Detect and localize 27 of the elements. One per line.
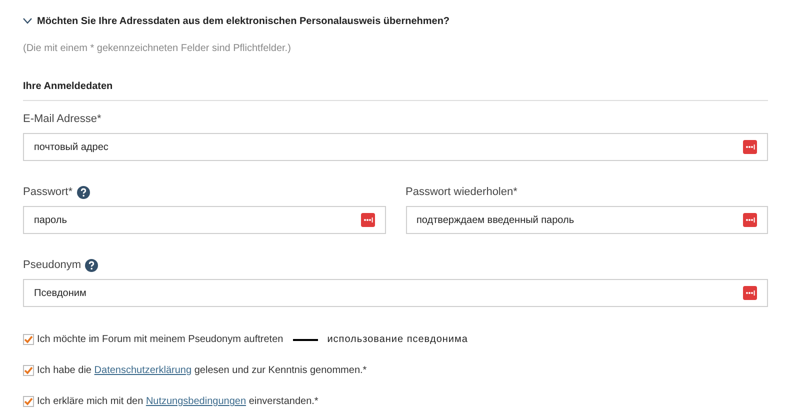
field-label: Passwort* (23, 184, 73, 200)
leader-line (293, 338, 318, 340)
field-label: Pseudonym (23, 258, 82, 273)
password-manager-icon[interactable] (743, 286, 757, 300)
password-manager-icon[interactable] (743, 140, 757, 154)
annotation-text: использование псевдонима (327, 333, 468, 347)
input-field[interactable]: пароль (23, 206, 386, 234)
checkbox[interactable] (23, 396, 34, 407)
required-note: (Die mit einem * gekennzeichneten Felder sind Pflichtfelder.) (23, 42, 292, 56)
checkbox-label: Ich erkläre mich mit den Nutzungsbedingungen einverstanden.* (37, 395, 318, 409)
input-field[interactable]: подтверждаем введенный пароль (406, 206, 768, 234)
section-title: Ihre Anmeldedaten (23, 81, 113, 92)
help-icon[interactable] (85, 258, 98, 272)
password-manager-icon[interactable] (360, 213, 374, 227)
checkbox[interactable] (23, 365, 34, 376)
accordion-header[interactable]: Möchten Sie Ihre Adressdaten aus dem elektronischen Personalausweis übernehmen? (23, 13, 768, 29)
password-manager-icon[interactable] (743, 213, 757, 227)
field-label: Passwort wiederholen* (406, 184, 518, 200)
link[interactable]: Nutzungsbedingungen (146, 396, 246, 407)
link[interactable]: Datenschutzerklärung (94, 365, 192, 376)
checkbox-label: Ich habe die Datenschutzerklärung gelesen und zur Kenntnis genommen.* (37, 364, 367, 378)
help-icon[interactable] (76, 186, 90, 198)
input-field[interactable]: Псевдоним (23, 279, 768, 307)
checkbox[interactable] (23, 334, 34, 345)
field-label: E-Mail Adresse* (23, 112, 102, 127)
input-field[interactable]: почтовый адрес (23, 133, 768, 161)
checkbox-label: Ich möchte im Forum mit meinem Pseudonym auftreten (37, 333, 284, 347)
